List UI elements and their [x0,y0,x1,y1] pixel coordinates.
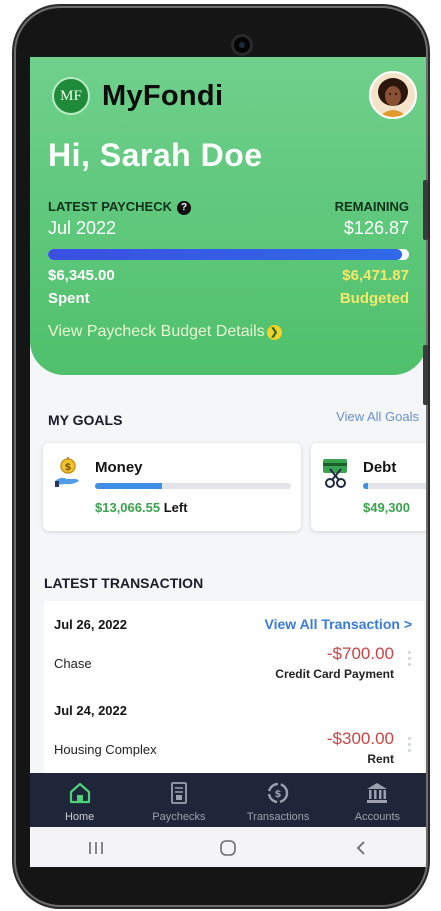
front-camera [234,37,250,53]
remaining-value: $126.87 [343,218,409,238]
tab-accounts[interactable]: Accounts [328,773,426,827]
transactions-card: Jul 26, 2022 View All Transaction > Chas… [44,601,424,791]
remaining-label: REMAINING [334,199,409,214]
bottom-tab-bar: Home Paychecks $ Transactions Accounts [30,773,426,827]
home-icon [69,782,90,804]
logo-icon: MF [52,77,90,115]
more-vertical-icon[interactable] [408,737,412,755]
tab-label: Transactions [246,811,310,823]
avatar[interactable] [369,71,417,119]
paycheck-period: Jul 2022 [48,218,117,238]
budgeted-label: Budgeted [339,290,409,307]
tab-label: Paychecks [152,811,206,823]
goal-suffix: Left [163,500,188,515]
goal-amount: $49,300 [363,500,410,515]
hero-header: MF MyFondi Hi, Sarah Doe LATEST PAYCHECK… [30,57,426,375]
back-chevron-icon [356,841,365,855]
home-nav-icon [220,840,237,856]
spent-value: $6,345.00 [48,267,115,284]
user-avatar-icon [371,73,415,117]
brand: MF MyFondi [52,77,223,115]
paycheck-progress-fill [48,249,402,260]
budgeted-value: $6,471.87 [342,267,409,284]
goal-name: Money [95,459,143,476]
bank-icon [367,783,388,803]
transactions-icon: $ [267,782,289,804]
goal-progress-bar [95,483,291,489]
greeting: Hi, Sarah Doe [48,137,263,173]
goals-section-title: MY GOALS [48,412,123,428]
tab-home[interactable]: Home [30,773,129,827]
tab-label: Home [64,811,95,823]
latest-paycheck-text: LATEST PAYCHECK [48,199,172,214]
goal-amount: $13,066.55 [95,500,161,515]
system-navigation-bar [30,827,426,867]
goal-card-debt[interactable]: Debt $49,300 [311,443,426,531]
transactions-section-title: LATEST TRANSACTION [44,575,204,591]
money-hand-icon: $ [55,457,79,487]
view-all-transactions-link[interactable]: View All Transaction > [265,616,412,632]
goal-card-money[interactable]: $ Money $13,066.55 Left [43,443,301,531]
spent-label: Spent [48,290,90,307]
view-all-goals-link[interactable]: View All Goals [336,409,419,424]
transaction-payee[interactable]: Housing Complex [54,742,157,757]
transaction-date: Jul 26, 2022 [54,617,127,632]
svg-text:$: $ [65,462,72,473]
recent-apps-button[interactable] [71,833,121,863]
app-name: MyFondi [102,79,224,112]
goal-progress-bar [363,483,426,489]
info-icon[interactable]: ? [177,200,191,215]
back-nav-button[interactable] [336,833,386,863]
transaction-category: Credit Card Payment [275,667,394,681]
paycheck-details-text: View Paycheck Budget Details [48,323,265,340]
latest-paycheck-label: LATEST PAYCHECK? [48,199,191,215]
paycheck-details-link[interactable]: View Paycheck Budget Details ❯ [48,323,282,341]
scissors-card-icon [323,459,347,488]
transaction-payee[interactable]: Chase [54,656,92,671]
goal-remaining: $13,066.55 Left [95,500,188,515]
tab-transactions[interactable]: $ Transactions [229,773,328,827]
tab-paychecks[interactable]: Paychecks [129,773,228,827]
volume-button [423,180,428,240]
goal-progress-fill [363,483,368,489]
paycheck-icon [170,782,187,804]
goal-remaining: $49,300 [363,500,410,515]
phone-frame: MF MyFondi Hi, Sarah Doe LATEST PAYCHECK… [16,8,426,905]
more-vertical-icon[interactable] [408,651,412,669]
home-nav-button[interactable] [203,833,253,863]
tab-label: Accounts [354,811,400,823]
transaction-category: Rent [367,752,394,766]
chevron-right-icon: ❯ [266,324,282,340]
recent-apps-icon [89,842,103,854]
svg-text:$: $ [275,789,282,800]
transaction-date: Jul 24, 2022 [54,703,127,718]
app-screen: MF MyFondi Hi, Sarah Doe LATEST PAYCHECK… [30,57,426,867]
paycheck-progress-bar [48,249,409,260]
goal-progress-fill [95,483,162,489]
power-button [423,345,428,405]
transaction-amount: -$300.00 [326,729,394,748]
goal-name: Debt [363,459,397,476]
transaction-amount: -$700.00 [326,644,394,663]
